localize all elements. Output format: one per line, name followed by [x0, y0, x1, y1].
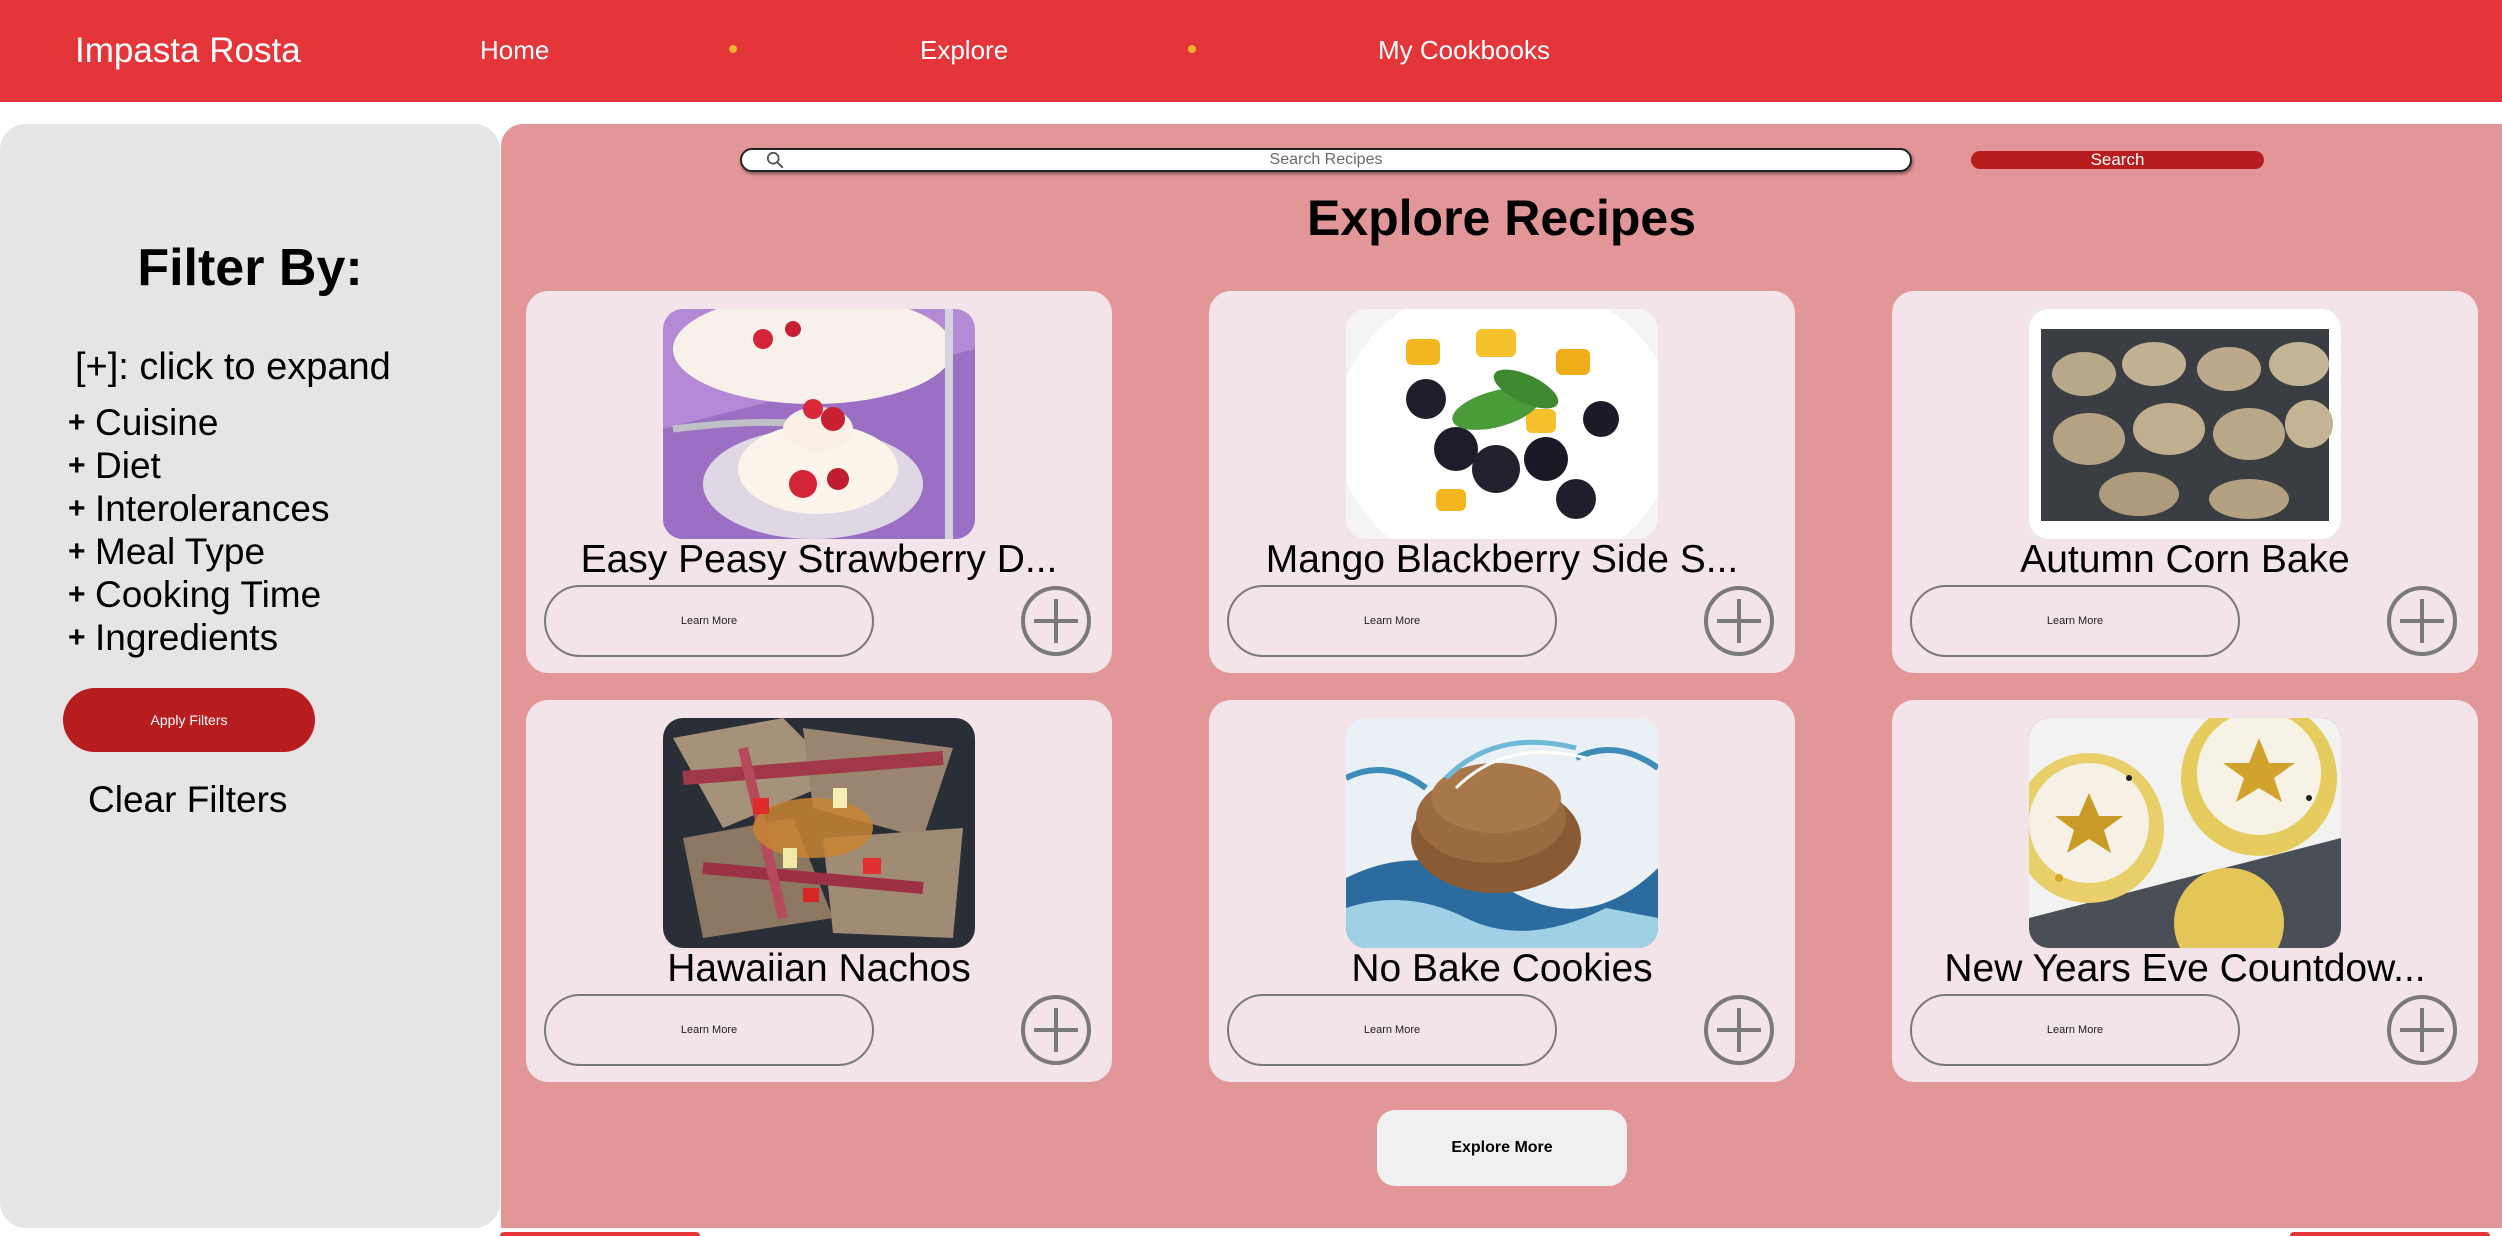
- plus-circle-icon[interactable]: [2386, 585, 2458, 657]
- filter-label: Diet: [95, 445, 161, 486]
- nav-link-my-cookbooks[interactable]: My Cookbooks: [1378, 34, 1550, 66]
- learn-more-button[interactable]: Learn More: [1910, 585, 2240, 657]
- plus-circle-icon[interactable]: [1703, 994, 1775, 1066]
- plus-circle-icon[interactable]: [1020, 994, 1092, 1066]
- recipe-title: No Bake Cookies: [1351, 947, 1653, 990]
- recipe-image-no-bake-cookies[interactable]: [1346, 718, 1658, 948]
- filter-meal-type[interactable]: + Meal Type: [68, 531, 265, 573]
- bottom-accent-bar: [500, 1232, 700, 1236]
- nav-link-explore[interactable]: Explore: [920, 34, 1008, 66]
- recipe-image-strawberry-dessert[interactable]: [663, 309, 975, 539]
- recipe-title: Easy Peasy Strawberry D...: [580, 538, 1058, 581]
- page-title: Explore Recipes: [1306, 190, 1697, 246]
- filter-label: Cooking Time: [95, 574, 322, 615]
- learn-more-button[interactable]: Learn More: [1227, 585, 1557, 657]
- plus-icon: +: [68, 492, 86, 525]
- app-root: Impasta Rosta Home Explore My Cookbooks …: [0, 0, 2502, 1236]
- filter-cuisine[interactable]: + Cuisine: [68, 402, 218, 444]
- recipe-card: Mango Blackberry Side S... Learn More: [1209, 291, 1795, 673]
- filter-cooking-time[interactable]: + Cooking Time: [68, 574, 321, 616]
- learn-more-button[interactable]: Learn More: [544, 994, 874, 1066]
- learn-more-button[interactable]: Learn More: [544, 585, 874, 657]
- recipe-title: Hawaiian Nachos: [667, 947, 971, 990]
- plus-circle-icon[interactable]: [1020, 585, 1092, 657]
- recipe-image-autumn-corn-bake[interactable]: [2029, 309, 2341, 539]
- filter-label: Cuisine: [95, 402, 219, 443]
- search-button[interactable]: Search: [1971, 151, 2264, 169]
- recipe-image-mango-blackberry[interactable]: [1346, 309, 1658, 539]
- plus-icon: +: [68, 406, 86, 439]
- plus-circle-icon[interactable]: [2386, 994, 2458, 1066]
- recipe-card: Easy Peasy Strawberry D... Learn More: [526, 291, 1112, 673]
- filter-diet[interactable]: + Diet: [68, 445, 161, 487]
- brand-logo[interactable]: Impasta Rosta: [75, 30, 301, 72]
- recipe-image-hawaiian-nachos[interactable]: [663, 718, 975, 948]
- recipe-card: Hawaiian Nachos Learn More: [526, 700, 1112, 1082]
- apply-filters-button[interactable]: Apply Filters: [63, 688, 315, 752]
- nav-separator-dot: [729, 45, 737, 53]
- filter-label: Meal Type: [95, 531, 266, 572]
- learn-more-button[interactable]: Learn More: [1227, 994, 1557, 1066]
- plus-icon: +: [68, 621, 86, 654]
- nav-separator-dot: [1188, 45, 1196, 53]
- recipe-card: New Years Eve Countdow... Learn More: [1892, 700, 2478, 1082]
- plus-icon: +: [68, 578, 86, 611]
- filter-label: Interolerances: [95, 488, 330, 529]
- recipe-card: Autumn Corn Bake Learn More: [1892, 291, 2478, 673]
- plus-icon: +: [68, 449, 86, 482]
- filter-title: Filter By:: [137, 239, 363, 297]
- recipe-title: New Years Eve Countdow...: [1944, 947, 2426, 990]
- top-navbar: Impasta Rosta Home Explore My Cookbooks: [0, 0, 2502, 102]
- recipe-image-new-years-cookies[interactable]: [2029, 718, 2341, 948]
- search-icon: [766, 151, 784, 169]
- filter-intolerances[interactable]: + Interolerances: [68, 488, 329, 530]
- plus-circle-icon[interactable]: [1703, 585, 1775, 657]
- search-input[interactable]: [740, 148, 1912, 172]
- expand-hint: [+]: click to expand: [75, 346, 391, 388]
- explore-more-button[interactable]: Explore More: [1377, 1110, 1627, 1186]
- filter-ingredients[interactable]: + Ingredients: [68, 617, 278, 659]
- recipe-title: Mango Blackberry Side S...: [1265, 538, 1739, 581]
- recipe-title: Autumn Corn Bake: [2020, 538, 2350, 581]
- clear-filters-button[interactable]: Clear Filters: [88, 778, 287, 822]
- recipe-card: No Bake Cookies Learn More: [1209, 700, 1795, 1082]
- bottom-accent-bar: [2290, 1232, 2490, 1236]
- learn-more-button[interactable]: Learn More: [1910, 994, 2240, 1066]
- plus-icon: +: [68, 535, 86, 568]
- nav-link-home[interactable]: Home: [480, 34, 549, 66]
- filter-label: Ingredients: [95, 617, 279, 658]
